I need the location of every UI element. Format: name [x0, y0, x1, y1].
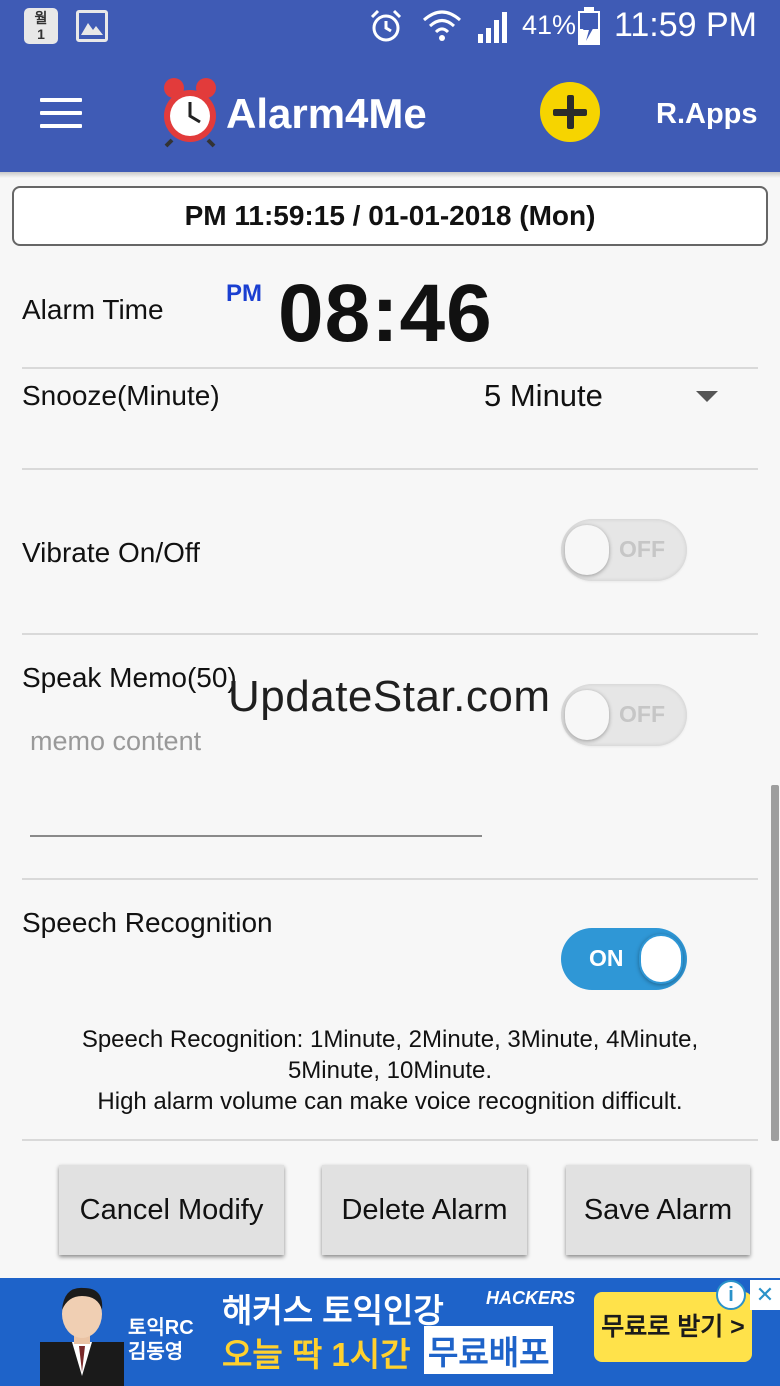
toggle-state-text: OFF: [619, 701, 665, 727]
menu-button[interactable]: [40, 98, 82, 128]
toggle-knob: [565, 690, 609, 740]
ad-subline-highlight: 무료배포: [424, 1326, 554, 1374]
alarm-time-value[interactable]: 08:46: [278, 268, 493, 360]
memo-input[interactable]: memo content: [30, 726, 201, 757]
gallery-notification-icon: [76, 10, 108, 42]
snooze-label: Snooze(Minute): [22, 380, 220, 411]
divider: [22, 1139, 758, 1141]
current-datetime-display: PM 11:59:15 / 01-01-2018 (Mon): [12, 186, 768, 246]
status-bar: 월 1 41% 11:59 PM: [0, 0, 780, 52]
save-alarm-button[interactable]: Save Alarm: [566, 1165, 750, 1255]
alarm-clock-logo-icon: [164, 78, 216, 148]
calendar-day-label: 월 1: [34, 10, 48, 42]
ad-brand-logo: HACKERS: [486, 1288, 576, 1308]
toggle-knob: [565, 525, 609, 575]
app-toolbar: Alarm4Me R.Apps: [0, 52, 780, 172]
speech-recognition-info: Speech Recognition: 1Minute, 2Minute, 3M…: [22, 1024, 758, 1117]
ad-person-image: [40, 1287, 124, 1386]
divider: [22, 367, 758, 369]
toolbar-shadow: [0, 172, 780, 178]
alarm-ampm[interactable]: PM: [226, 280, 262, 308]
watermark: UpdateStar.com: [228, 672, 551, 721]
menu-icon-bar: [40, 111, 82, 115]
memo-input-underline: [30, 835, 482, 837]
alarm-status-icon: [370, 9, 402, 42]
speak-memo-label: Speak Memo(50): [22, 662, 237, 693]
divider: [22, 468, 758, 470]
speech-recognition-label: Speech Recognition: [22, 907, 273, 938]
divider: [22, 878, 758, 880]
divider: [22, 633, 758, 635]
speech-recognition-toggle[interactable]: ON: [561, 928, 687, 990]
ad-name-line: 김동영: [128, 1341, 184, 1363]
snooze-dropdown[interactable]: 5 Minute: [484, 378, 603, 414]
ad-headline: 해커스 토익인강: [222, 1292, 444, 1329]
ad-close-icon[interactable]: ✕: [750, 1280, 780, 1310]
ad-instructor-name: 토익RC 김동영: [128, 1316, 194, 1364]
ad-name-line: 토익RC: [128, 1317, 194, 1339]
rapps-link[interactable]: R.Apps: [656, 98, 758, 131]
cell-signal-icon: [478, 12, 507, 43]
vibrate-toggle[interactable]: OFF: [561, 519, 687, 581]
ad-subline: 오늘 딱 1시간: [222, 1336, 411, 1373]
battery-charging-icon: [578, 7, 600, 45]
ad-info-icon[interactable]: i: [716, 1280, 746, 1310]
speak-memo-toggle[interactable]: OFF: [561, 684, 687, 746]
info-line: Speech Recognition: 1Minute, 2Minute, 3M…: [81, 1026, 699, 1053]
alarm-time-label: Alarm Time: [22, 294, 164, 325]
dropdown-arrow-icon[interactable]: [696, 391, 718, 402]
info-line: 5Minute, 10Minute.: [287, 1057, 493, 1084]
toggle-state-text: ON: [589, 945, 624, 971]
scrollbar[interactable]: [771, 785, 779, 1141]
menu-icon-bar: [40, 124, 82, 128]
info-line: High alarm volume can make voice recogni…: [97, 1088, 683, 1115]
calendar-notification-icon: 월 1: [24, 8, 58, 44]
delete-alarm-button[interactable]: Delete Alarm: [322, 1165, 527, 1255]
vibrate-label: Vibrate On/Off: [22, 537, 200, 568]
cancel-modify-button[interactable]: Cancel Modify: [59, 1165, 284, 1255]
status-time: 11:59 PM: [614, 6, 758, 44]
toggle-state-text: OFF: [619, 536, 665, 562]
toggle-knob: [639, 934, 683, 984]
menu-icon-bar: [40, 98, 82, 102]
add-alarm-button[interactable]: [540, 82, 600, 142]
wifi-icon: [423, 10, 461, 41]
battery-percent: 41%: [522, 10, 577, 40]
app-title: Alarm4Me: [226, 90, 427, 137]
